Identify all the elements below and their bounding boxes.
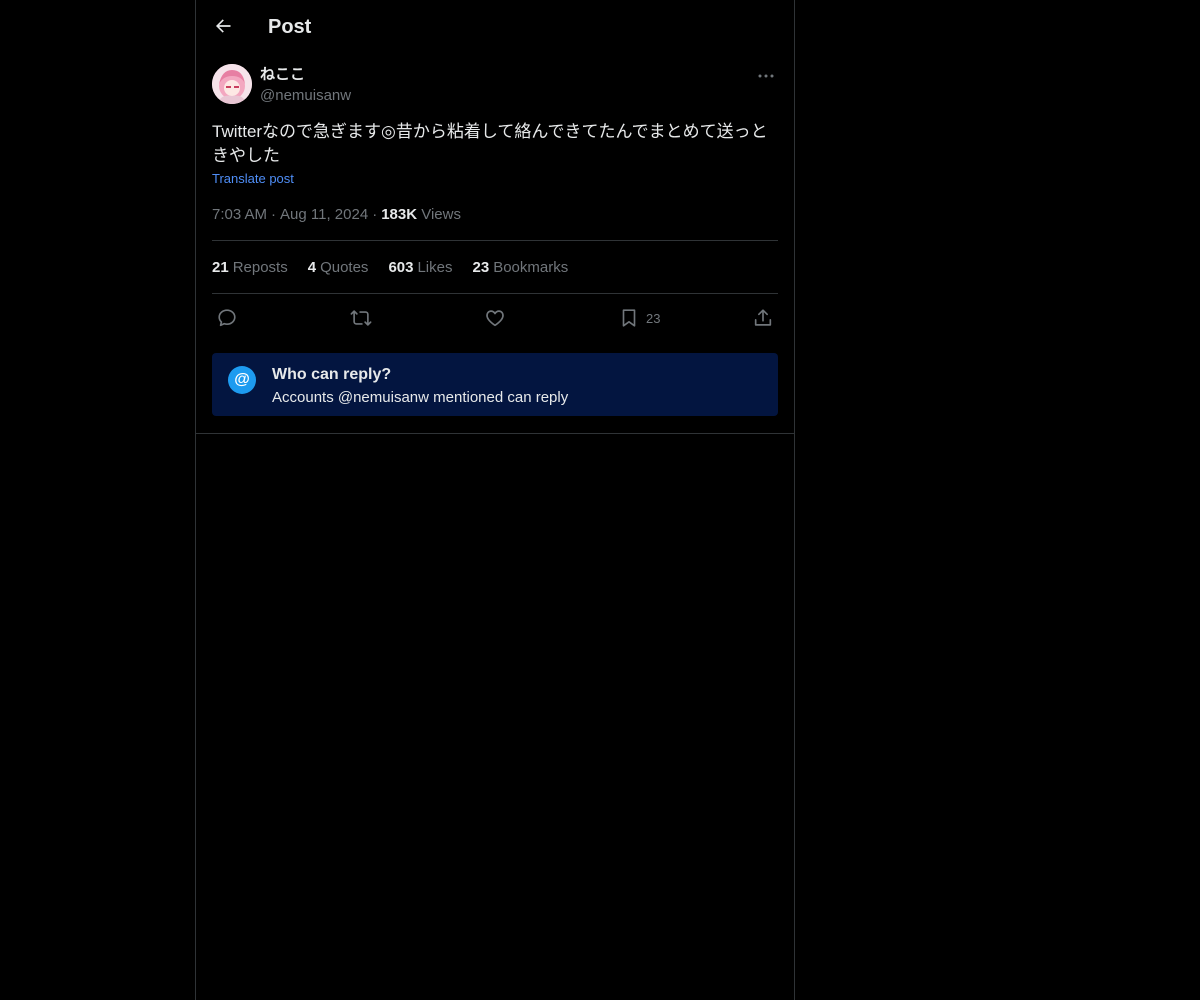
post-text: Twitterなので急ぎます◎昔から粘着して絡んできてたんでまとめて送っときやし… — [212, 122, 768, 165]
likes-stat[interactable]: 603 Likes — [388, 258, 452, 278]
display-name[interactable]: ねここ — [260, 65, 305, 85]
likes-count: 603 — [388, 259, 414, 276]
quotes-label: Quotes — [320, 259, 369, 276]
views-label: Views — [421, 206, 461, 223]
views-count: 183K — [381, 206, 418, 223]
repost-button[interactable] — [350, 304, 372, 332]
page-title: Post — [268, 16, 312, 38]
likes-label: Likes — [417, 259, 453, 276]
post-header: Post — [196, 0, 794, 54]
reply-icon — [218, 309, 236, 327]
bookmarks-label: Bookmarks — [493, 259, 569, 276]
post-meta: 7:03 AM · Aug 11, 2024 · 183K Views — [212, 205, 461, 225]
bookmark-button[interactable]: 23 — [618, 304, 660, 332]
action-bar: 23 — [212, 304, 778, 332]
reply-restriction-title: Who can reply? — [272, 366, 392, 383]
engagement-stats: 21 Reposts 4 Quotes 603 Likes 23 Bookmarks — [212, 258, 588, 278]
repost-icon — [350, 310, 372, 326]
bookmarks-count: 23 — [472, 259, 490, 276]
share-button[interactable] — [752, 304, 774, 332]
more-options-button[interactable] — [754, 66, 778, 86]
avatar[interactable] — [212, 64, 252, 104]
meta-separator: · — [271, 206, 277, 223]
back-button[interactable] — [206, 9, 240, 43]
reposts-count: 21 — [212, 259, 229, 276]
meta-separator: · — [372, 206, 378, 223]
more-horizontal-icon — [758, 74, 774, 78]
reposts-label: Reposts — [232, 259, 288, 276]
quotes-count: 4 — [307, 259, 317, 276]
reply-restriction-banner: @ Who can reply? Accounts @nemuisanw men… — [212, 353, 778, 416]
post-date[interactable]: Aug 11, 2024 — [280, 206, 368, 223]
share-icon — [754, 309, 772, 326]
user-handle[interactable]: @nemuisanw — [260, 86, 351, 106]
bookmark-count: 23 — [646, 310, 661, 326]
main-column: Post ねここ @nemuisanw Twitterなので急ぎます◎昔から粘着… — [195, 0, 795, 1000]
divider — [196, 433, 794, 434]
bookmarks-stat[interactable]: 23 Bookmarks — [473, 258, 569, 278]
bookmark-icon — [622, 309, 636, 327]
avatar-image — [212, 64, 252, 104]
quotes-stat[interactable]: 4 Quotes — [308, 258, 369, 278]
like-button[interactable] — [484, 304, 506, 332]
heart-icon — [486, 310, 504, 327]
reply-button[interactable] — [216, 304, 238, 332]
divider — [212, 293, 778, 294]
reply-restriction-subtitle: Accounts @nemuisanw mentioned can reply — [272, 389, 569, 406]
reposts-stat[interactable]: 21 Reposts — [212, 258, 288, 278]
mention-icon: @ — [228, 366, 256, 394]
post-time[interactable]: 7:03 AM — [212, 206, 267, 223]
translate-post-link[interactable]: Translate post — [212, 170, 294, 188]
arrow-left-icon — [216, 19, 231, 33]
divider — [212, 240, 778, 241]
